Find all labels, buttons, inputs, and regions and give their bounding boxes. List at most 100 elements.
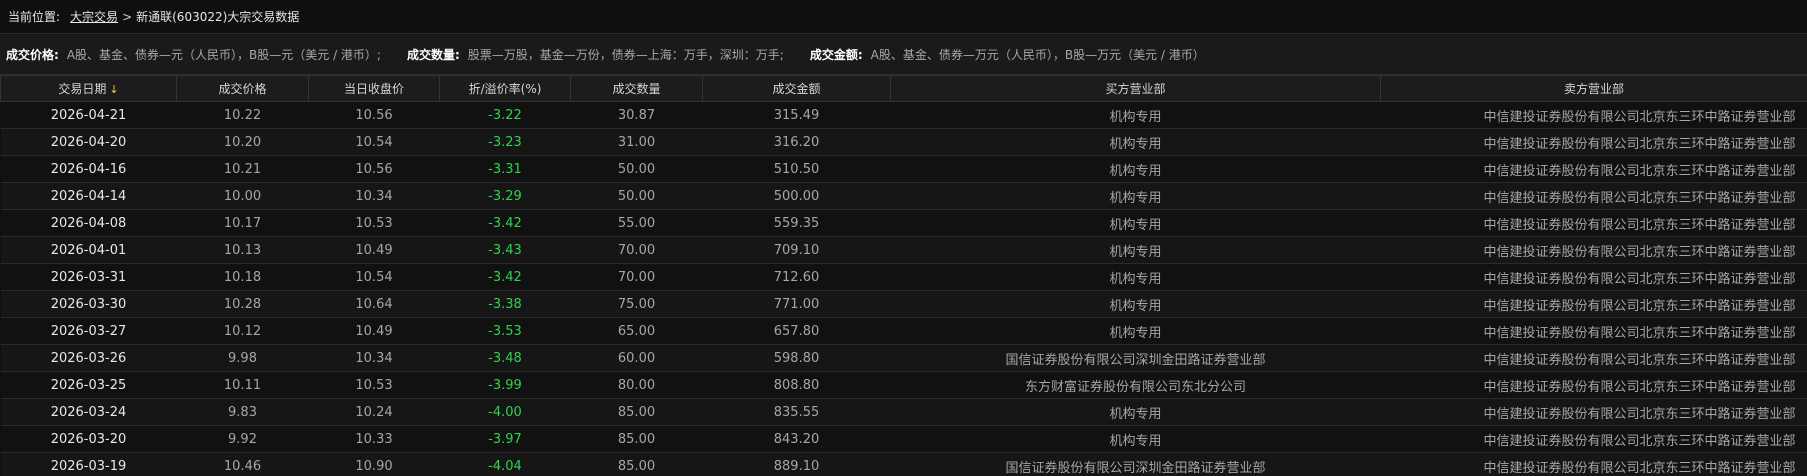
table-row[interactable]: 2026-03-19 10.46 10.90 -4.04 85.00 889.10 国信证券… [0,452,1807,476]
cell-seller-branch: 中信建投证券股份有限公司北京东三环中路证券营业部 [1380,371,1807,399]
cell-close-price: 10.49 [308,236,440,264]
breadcrumb: 当前位置: 大宗交易 > 新通联(603022)大宗交易数据 [0,0,1807,34]
table-row[interactable]: 2026-04-20 10.20 10.54 -3.23 31.00 316.20 机构专用… [0,128,1807,156]
cell-seller-branch: 中信建投证券股份有限公司北京东三环中路证券营业部 [1380,290,1807,318]
cell-date: 2026-03-19 [0,452,177,476]
amount-unit-desc: A股、基金、债券—万元（人民币），B股—万元（美元 / 港币） [870,47,1205,62]
column-header-volume[interactable]: 成交数量 [570,75,703,102]
column-header-price[interactable]: 成交价格 [176,75,309,102]
cell-date: 2026-03-20 [0,425,177,453]
cell-price: 10.12 [176,317,309,345]
breadcrumb-separator: > [122,9,133,24]
table-row[interactable]: 2026-03-30 10.28 10.64 -3.38 75.00 771.00 机构专用… [0,290,1807,318]
cell-buyer-branch: 机构专用 [890,290,1381,318]
cell-amount: 316.20 [702,128,891,156]
cell-premium-rate: -3.22 [439,101,571,129]
table-row[interactable]: 2026-04-14 10.00 10.34 -3.29 50.00 500.00 机构专用… [0,182,1807,210]
cell-buyer-branch: 机构专用 [890,209,1381,237]
column-header-buyer[interactable]: 买方营业部 [890,75,1381,102]
cell-price: 10.13 [176,236,309,264]
breadcrumb-prefix: 当前位置: [8,10,61,24]
cell-premium-rate: -3.38 [439,290,571,318]
units-legend: 成交价格: A股、基金、债券—元（人民币），B股—元（美元 / 港币）; 成交数… [0,34,1807,75]
volume-unit-desc: 股票—万股，基金—万份，债券—上海：万手，深圳：万手; [467,47,784,62]
column-header-rate[interactable]: 折/溢价率(%) [439,75,571,102]
cell-buyer-branch: 机构专用 [890,128,1381,156]
table-row[interactable]: 2026-04-21 10.22 10.56 -3.22 30.87 315.49 机构专用… [0,101,1807,129]
column-header-close[interactable]: 当日收盘价 [308,75,440,102]
cell-amount: 315.49 [702,101,891,129]
cell-volume: 30.87 [570,101,703,129]
cell-buyer-branch: 机构专用 [890,425,1381,453]
cell-volume: 70.00 [570,263,703,291]
cell-premium-rate: -3.42 [439,209,571,237]
cell-volume: 65.00 [570,317,703,345]
cell-close-price: 10.34 [308,344,440,372]
cell-amount: 510.50 [702,155,891,183]
cell-date: 2026-04-01 [0,236,177,264]
cell-buyer-branch: 机构专用 [890,155,1381,183]
cell-premium-rate: -4.04 [439,452,571,476]
cell-close-price: 10.56 [308,155,440,183]
cell-date: 2026-03-26 [0,344,177,372]
cell-volume: 85.00 [570,398,703,426]
cell-amount: 835.55 [702,398,891,426]
breadcrumb-current: 新通联(603022)大宗交易数据 [136,10,300,24]
cell-buyer-branch: 机构专用 [890,236,1381,264]
cell-amount: 598.80 [702,344,891,372]
cell-volume: 85.00 [570,425,703,453]
column-header-seller[interactable]: 卖方营业部 [1380,75,1807,102]
cell-date: 2026-03-24 [0,398,177,426]
table-row[interactable]: 2026-04-08 10.17 10.53 -3.42 55.00 559.35 机构专用… [0,209,1807,237]
table-row[interactable]: 2026-04-01 10.13 10.49 -3.43 70.00 709.10 机构专用… [0,236,1807,264]
table-row[interactable]: 2026-03-26 9.98 10.34 -3.48 60.00 598.80 国信证券股… [0,344,1807,372]
cell-buyer-branch: 机构专用 [890,317,1381,345]
cell-price: 10.46 [176,452,309,476]
cell-price: 10.21 [176,155,309,183]
table-row[interactable]: 2026-03-25 10.11 10.53 -3.99 80.00 808.80 东方财富… [0,371,1807,399]
cell-premium-rate: -3.53 [439,317,571,345]
price-unit-desc: A股、基金、债券—元（人民币），B股—元（美元 / 港币）; [66,47,381,62]
cell-date: 2026-03-30 [0,290,177,318]
cell-buyer-branch: 国信证券股份有限公司深圳金田路证券营业部 [890,452,1381,476]
cell-seller-branch: 中信建投证券股份有限公司北京东三环中路证券营业部 [1380,236,1807,264]
cell-date: 2026-04-16 [0,155,177,183]
cell-premium-rate: -3.31 [439,155,571,183]
cell-price: 10.28 [176,290,309,318]
sort-desc-arrow-icon[interactable]: ↓ [109,83,118,96]
cell-seller-branch: 中信建投证券股份有限公司北京东三环中路证券营业部 [1380,425,1807,453]
cell-amount: 559.35 [702,209,891,237]
table-row[interactable]: 2026-03-20 9.92 10.33 -3.97 85.00 843.20 机构专用中… [0,425,1807,453]
breadcrumb-link-block-trade[interactable]: 大宗交易 [70,8,118,25]
cell-buyer-branch: 机构专用 [890,182,1381,210]
cell-volume: 80.00 [570,371,703,399]
cell-premium-rate: -3.23 [439,128,571,156]
cell-premium-rate: -3.42 [439,263,571,291]
cell-date: 2026-04-08 [0,209,177,237]
cell-seller-branch: 中信建投证券股份有限公司北京东三环中路证券营业部 [1380,317,1807,345]
cell-amount: 843.20 [702,425,891,453]
table-row[interactable]: 2026-03-24 9.83 10.24 -4.00 85.00 835.55 机构专用中… [0,398,1807,426]
cell-volume: 60.00 [570,344,703,372]
table-row[interactable]: 2026-04-16 10.21 10.56 -3.31 50.00 510.50 机构专用… [0,155,1807,183]
cell-price: 9.98 [176,344,309,372]
column-header-amount[interactable]: 成交金额 [702,75,891,102]
cell-price: 10.11 [176,371,309,399]
cell-premium-rate: -4.00 [439,398,571,426]
cell-volume: 75.00 [570,290,703,318]
column-header-date[interactable]: 交易日期 ↓ [0,75,177,102]
cell-close-price: 10.34 [308,182,440,210]
cell-buyer-branch: 国信证券股份有限公司深圳金田路证券营业部 [890,344,1381,372]
cell-buyer-branch: 机构专用 [890,263,1381,291]
cell-volume: 50.00 [570,182,703,210]
cell-seller-branch: 中信建投证券股份有限公司北京东三环中路证券营业部 [1380,263,1807,291]
cell-date: 2026-03-25 [0,371,177,399]
cell-volume: 31.00 [570,128,703,156]
cell-seller-branch: 中信建投证券股份有限公司北京东三环中路证券营业部 [1380,452,1807,476]
cell-date: 2026-03-27 [0,317,177,345]
table-row[interactable]: 2026-03-31 10.18 10.54 -3.42 70.00 712.60 机构专用… [0,263,1807,291]
cell-amount: 709.10 [702,236,891,264]
cell-volume: 55.00 [570,209,703,237]
table-row[interactable]: 2026-03-27 10.12 10.49 -3.53 65.00 657.80 机构专用… [0,317,1807,345]
cell-seller-branch: 中信建投证券股份有限公司北京东三环中路证券营业部 [1380,155,1807,183]
